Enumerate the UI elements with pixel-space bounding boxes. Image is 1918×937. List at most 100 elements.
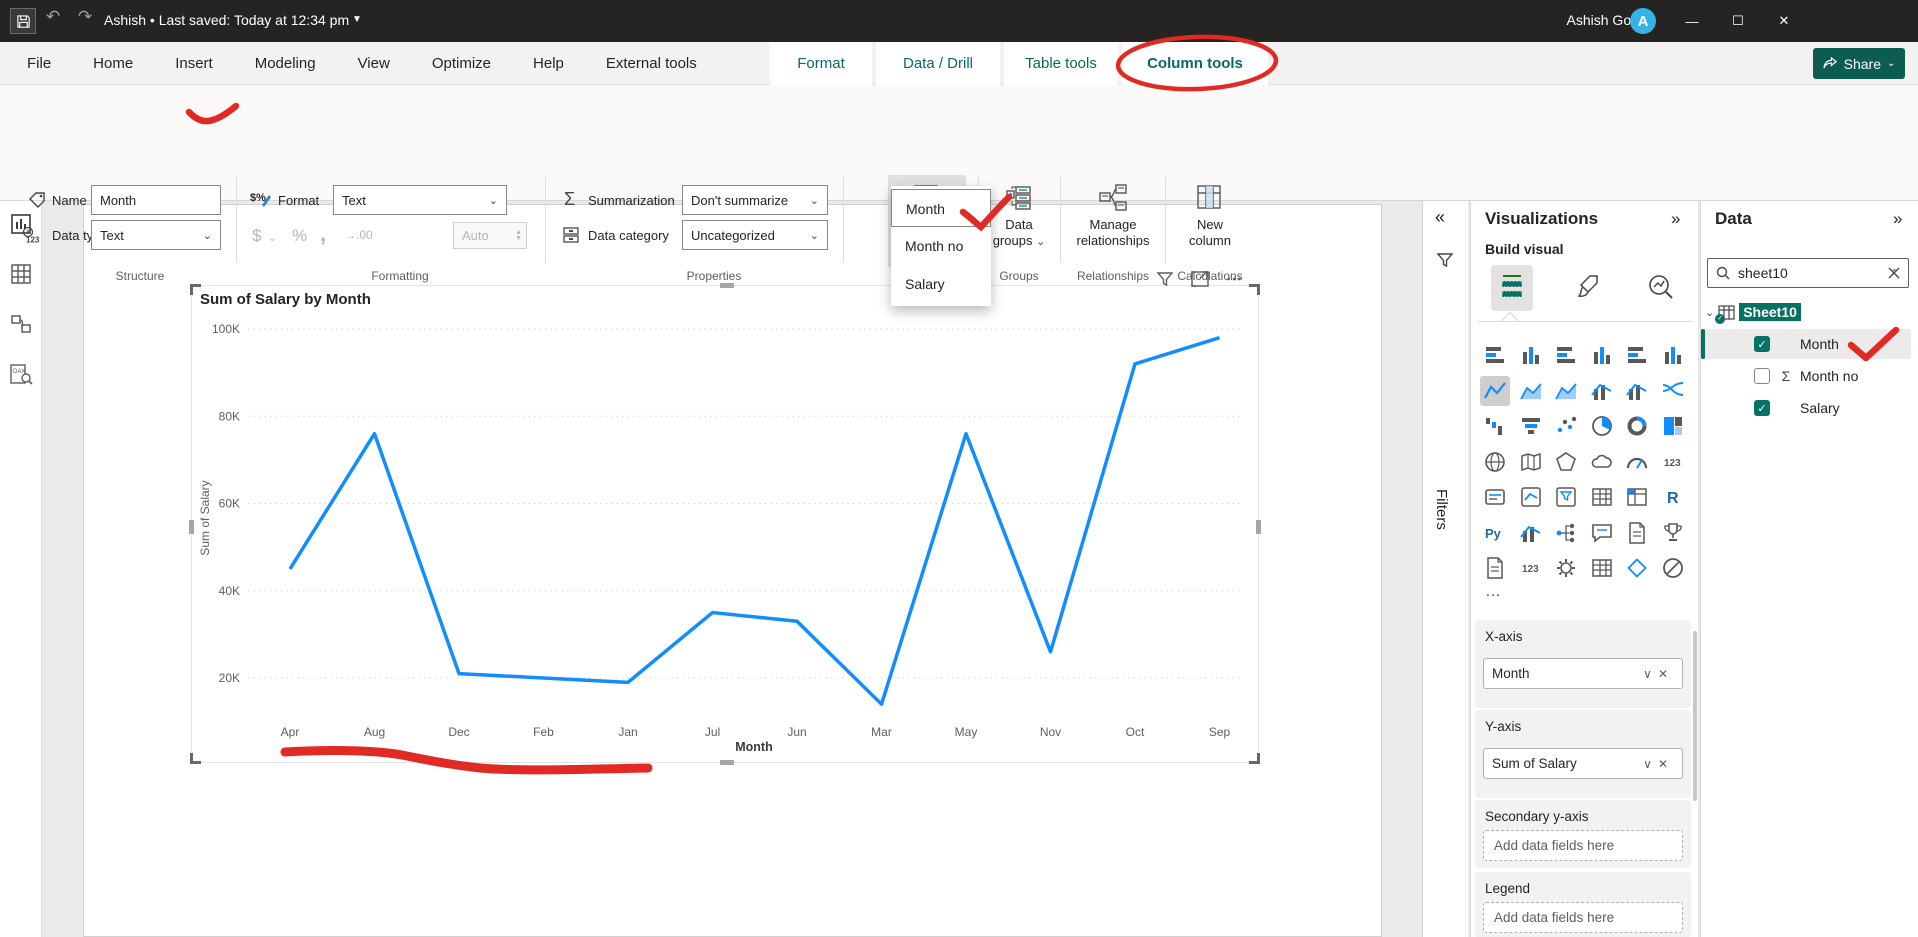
visual-type-r-script-visual[interactable]: R	[1658, 482, 1688, 512]
filters-pane-title[interactable]: Filters	[1433, 489, 1450, 530]
well-field-pill[interactable]: Month ∨✕	[1483, 658, 1683, 689]
visual-type-clustered-column-chart[interactable]	[1587, 340, 1617, 370]
account-name[interactable]: Ashish Goel	[1552, 12, 1642, 28]
percent-format-button[interactable]: %	[292, 226, 307, 246]
visual-type-waterfall-chart[interactable]	[1480, 411, 1510, 441]
nav-dax-query-view[interactable]: DAX	[6, 359, 36, 389]
well-drop-placeholder[interactable]: Add data fields here	[1483, 830, 1683, 861]
line-chart-visual[interactable]: Sum of Salary by Month Sum of Salary Mon…	[191, 285, 1259, 763]
well-field-caret-icon[interactable]: ∨	[1643, 667, 1658, 681]
field-row-month[interactable]: ✓ Month	[1701, 329, 1911, 359]
expand-filters-icon[interactable]: «	[1435, 207, 1445, 228]
menu-tab-help[interactable]: Help	[512, 42, 585, 85]
well-drop-placeholder[interactable]: Add data fields here	[1483, 902, 1683, 933]
visual-type-power-automate[interactable]	[1551, 553, 1581, 583]
menu-tab-external-tools[interactable]: External tools	[585, 42, 718, 85]
menu-tab-insert[interactable]: Insert	[154, 42, 234, 85]
field-checkbox[interactable]: ✓	[1754, 400, 1770, 416]
field-name[interactable]: Month no	[1800, 368, 1858, 384]
data-groups-button[interactable]: Datagroups ⌄	[984, 175, 1054, 267]
format-select[interactable]: Text⌄	[333, 185, 507, 215]
redo-button[interactable]: ↷	[78, 8, 92, 25]
field-checkbox[interactable]	[1754, 368, 1770, 384]
scrollbar[interactable]	[1693, 631, 1697, 801]
selection-handle[interactable]	[720, 760, 734, 765]
column-name-input[interactable]: Month	[91, 185, 221, 215]
visual-type-key-influencers[interactable]	[1516, 518, 1546, 548]
sort-dropdown-item-salary[interactable]: Salary	[891, 265, 991, 303]
visual-type-100-stacked-column-chart[interactable]	[1658, 340, 1688, 370]
visual-type-pie-chart[interactable]	[1587, 411, 1617, 441]
field-checkbox[interactable]: ✓	[1754, 336, 1770, 352]
field-name[interactable]: Month	[1800, 336, 1839, 352]
visual-type-metrics[interactable]	[1658, 518, 1688, 548]
well-field-remove-icon[interactable]: ✕	[1658, 757, 1674, 771]
visual-type-filled-map[interactable]	[1516, 447, 1546, 477]
minimize-button[interactable]: —	[1669, 0, 1715, 42]
selection-handle[interactable]	[1256, 520, 1261, 534]
nav-table-view[interactable]	[6, 259, 36, 289]
visual-type-scatter-chart[interactable]	[1551, 411, 1581, 441]
maximize-button[interactable]: ☐	[1715, 0, 1761, 42]
visual-type-ribbon-chart[interactable]	[1658, 376, 1688, 406]
visual-type-line-and-clustered-column-chart[interactable]	[1622, 376, 1652, 406]
selection-handle[interactable]	[189, 520, 194, 534]
tree-expand-icon[interactable]: ⌄	[1705, 306, 1714, 319]
thousands-separator-button[interactable]: ,	[320, 221, 326, 247]
visual-type-field-parameters[interactable]	[1587, 553, 1617, 583]
visual-type-azure-map[interactable]	[1587, 447, 1617, 477]
visual-type-stacked-column-chart[interactable]	[1516, 340, 1546, 370]
visual-type-line-and-stacked-column-chart[interactable]	[1587, 376, 1617, 406]
visual-type-decomposition-tree[interactable]	[1551, 518, 1581, 548]
visual-type-python-visual[interactable]: Py	[1480, 518, 1510, 548]
visual-type-get-more-visuals[interactable]	[1658, 553, 1688, 583]
save-button[interactable]	[10, 8, 36, 34]
visual-type-funnel-chart[interactable]	[1516, 411, 1546, 441]
visual-type-clustered-bar-chart[interactable]	[1551, 340, 1581, 370]
field-row-month-no[interactable]: ΣMonth no	[1701, 361, 1911, 391]
menu-tab-home[interactable]: Home	[72, 42, 154, 85]
data-type-select[interactable]: Text⌄	[91, 220, 221, 250]
undo-button[interactable]: ↶	[46, 8, 60, 25]
visual-type-donut-chart[interactable]	[1622, 411, 1652, 441]
menu-tab-modeling[interactable]: Modeling	[234, 42, 337, 85]
menu-tab-table-tools[interactable]: Table tools	[1004, 42, 1118, 85]
data-search-box[interactable]	[1707, 258, 1909, 288]
well-field-caret-icon[interactable]: ∨	[1643, 757, 1658, 771]
visual-type-stacked-bar-chart[interactable]	[1480, 340, 1510, 370]
visual-type-treemap[interactable]	[1658, 411, 1688, 441]
menu-tab-data-drill[interactable]: Data / Drill	[876, 42, 1000, 85]
collapse-visualizations-icon[interactable]: »	[1671, 209, 1680, 229]
new-column-button[interactable]: Newcolumn	[1172, 175, 1248, 267]
visual-type-slicer[interactable]	[1551, 482, 1581, 512]
close-button[interactable]: ✕	[1761, 0, 1807, 42]
menu-tab-view[interactable]: View	[337, 42, 411, 85]
visual-type-100-stacked-bar-chart[interactable]	[1622, 340, 1652, 370]
decimal-places-button[interactable]: →.00	[344, 228, 373, 242]
visual-type-table[interactable]	[1587, 482, 1617, 512]
share-button[interactable]: Share ⌄	[1813, 48, 1905, 79]
selection-handle[interactable]	[1249, 753, 1260, 764]
menu-tab-file[interactable]: File	[6, 42, 72, 85]
visual-type-card[interactable]: 123	[1658, 447, 1688, 477]
visual-type-diamond-visual[interactable]	[1622, 553, 1652, 583]
currency-format-button[interactable]: $	[252, 226, 261, 246]
menu-tab-column-tools[interactable]: Column tools	[1122, 42, 1268, 85]
menu-tab-optimize[interactable]: Optimize	[411, 42, 512, 85]
visual-type-map[interactable]	[1480, 447, 1510, 477]
table-name[interactable]: Sheet10	[1739, 303, 1801, 321]
nav-model-view[interactable]	[6, 309, 36, 339]
status-dropdown-caret-icon[interactable]: ▼	[352, 14, 362, 25]
visual-type-kpi[interactable]	[1516, 482, 1546, 512]
avatar[interactable]: A	[1630, 8, 1656, 34]
field-name[interactable]: Salary	[1800, 400, 1840, 416]
visual-type-stacked-area-chart[interactable]	[1551, 376, 1581, 406]
visual-type-multi-row-card[interactable]	[1480, 482, 1510, 512]
menu-tab-format[interactable]: Format	[770, 42, 872, 85]
build-visual-tab[interactable]	[1491, 265, 1533, 311]
field-row-salary[interactable]: ✓ Salary	[1701, 393, 1911, 423]
visual-type-matrix[interactable]	[1622, 482, 1652, 512]
well-field-remove-icon[interactable]: ✕	[1658, 667, 1674, 681]
visual-type-q-and-a[interactable]	[1587, 518, 1617, 548]
format-visual-tab[interactable]	[1576, 273, 1602, 301]
